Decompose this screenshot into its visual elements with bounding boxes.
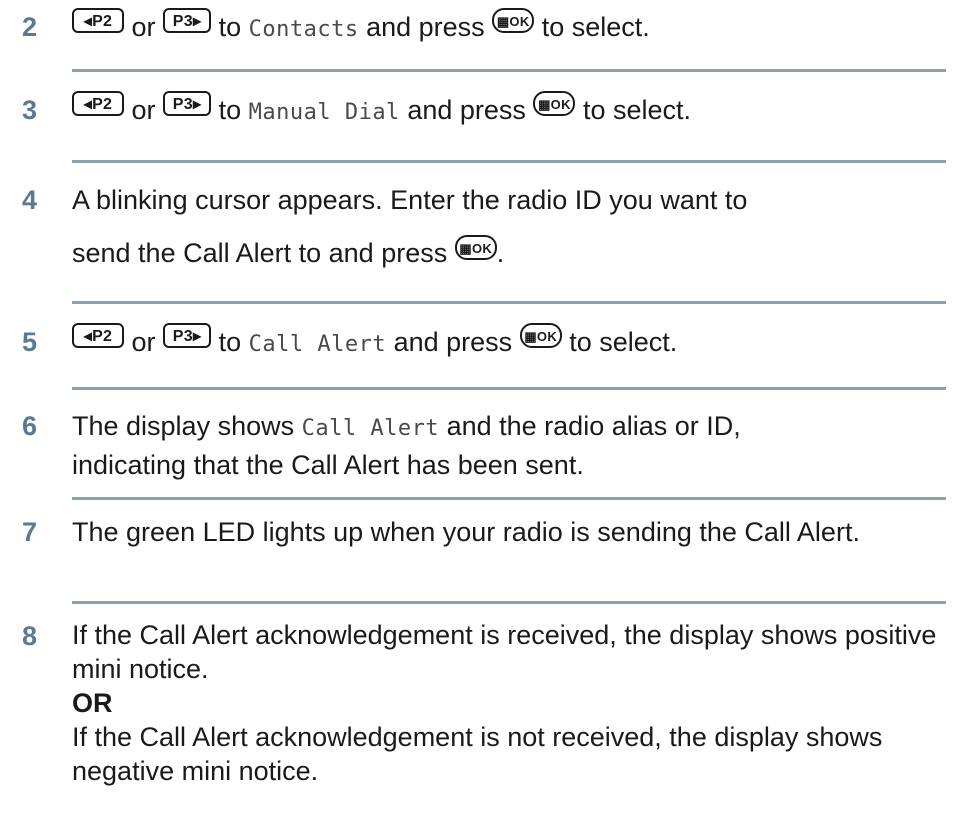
p2-key-icon: ◂P2 (72, 8, 124, 33)
menu-label: Call Alert (301, 416, 440, 441)
connector-text: to select. (582, 95, 691, 125)
step-number: 5 (22, 327, 38, 357)
step-number: 7 (22, 517, 38, 547)
step-text: ◂P2 or P3▸ to Contacts and press ▦OK to … (72, 4, 946, 53)
step-line: A blinking cursor appears. Enter the rad… (72, 185, 748, 215)
connector-text: send the Call Alert to and press (72, 238, 448, 268)
divider (72, 69, 946, 72)
connector-text: to select. (541, 12, 650, 42)
divider (72, 601, 946, 604)
p2-key-icon: ◂P2 (72, 323, 124, 348)
connector-text: or (131, 12, 156, 42)
connector-text: The display shows (72, 411, 295, 441)
connector-text: or (131, 95, 156, 125)
step-paragraph: If the Call Alert acknowledgement is rec… (72, 620, 937, 684)
step-text: The green LED lights up when your radio … (72, 517, 860, 547)
step-text: ◂P2 or P3▸ to Manual Dial and press ▦OK … (72, 87, 946, 136)
step-number: 4 (22, 185, 38, 215)
connector-text: to (218, 327, 242, 357)
step-paragraph: If the Call Alert acknowledgement is not… (72, 722, 883, 786)
step-number: 6 (22, 411, 38, 441)
p3-key-icon: P3▸ (163, 91, 212, 116)
menu-label: Call Alert (248, 332, 387, 357)
ok-key-icon: ▦OK (533, 91, 576, 116)
ok-key-icon: ▦OK (492, 8, 535, 33)
connector-text: to (218, 12, 242, 42)
connector-text: or (131, 327, 156, 357)
step-line: The display shows Call Alert and the rad… (72, 406, 946, 449)
connector-text: to (218, 95, 242, 125)
step-line: send the Call Alert to and press ▦OK. (72, 223, 946, 283)
step-number: 8 (22, 621, 38, 651)
step-text: The display shows Call Alert and the rad… (72, 406, 946, 482)
or-label: OR (72, 688, 113, 718)
divider (72, 301, 946, 304)
connector-text: . (496, 238, 505, 268)
connector-text: and press (393, 327, 513, 357)
divider (72, 497, 946, 500)
connector-text: and press (407, 95, 526, 125)
p2-key-icon: ◂P2 (72, 91, 124, 116)
ok-key-icon: ▦OK (454, 235, 497, 260)
menu-label: Manual Dial (248, 100, 400, 125)
step-text: If the Call Alert acknowledgement is rec… (72, 618, 946, 788)
p3-key-icon: P3▸ (163, 8, 212, 33)
step-text: ◂P2 or P3▸ to Call Alert and press ▦OK t… (72, 319, 946, 368)
procedure-page: 2 ◂P2 or P3▸ to Contacts and press ▦OK t… (0, 0, 960, 826)
divider (72, 160, 946, 163)
step-number: 3 (22, 95, 38, 125)
menu-label: Contacts (248, 17, 359, 42)
step-number: 2 (22, 12, 38, 42)
p3-key-icon: P3▸ (163, 323, 212, 348)
divider (72, 387, 946, 390)
ok-key-icon: ▦OK (519, 323, 562, 348)
connector-text: and the radio alias or ID, (446, 411, 741, 441)
step-text: A blinking cursor appears. Enter the rad… (72, 177, 946, 283)
connector-text: and press (366, 12, 485, 42)
step-line: indicating that the Call Alert has been … (72, 450, 584, 480)
connector-text: to select. (569, 327, 678, 357)
